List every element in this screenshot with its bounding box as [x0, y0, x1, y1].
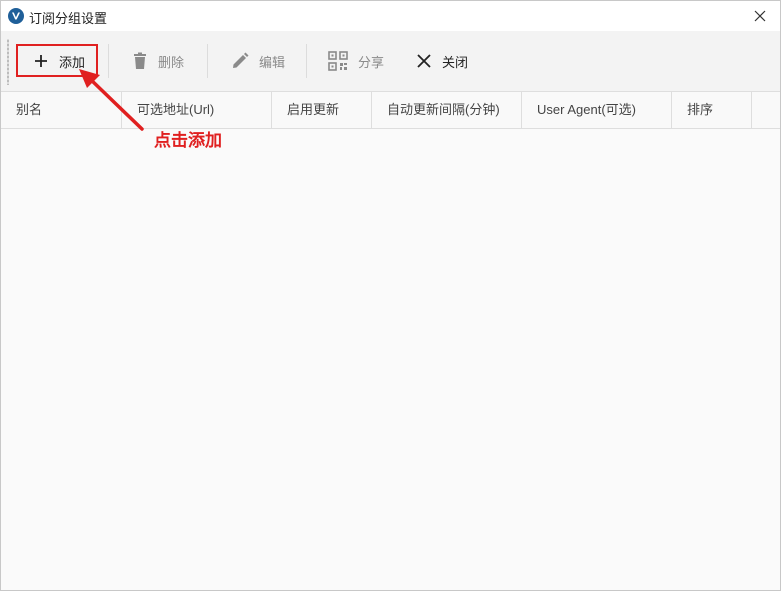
subscription-group-settings-window: 订阅分组设置 添加 删除 编辑 分享 关闭 别名 可选地址(Url) 启用更新 …: [0, 0, 781, 591]
annotation-arrow: [79, 69, 144, 131]
annotation-label: 点击添加: [154, 131, 222, 150]
